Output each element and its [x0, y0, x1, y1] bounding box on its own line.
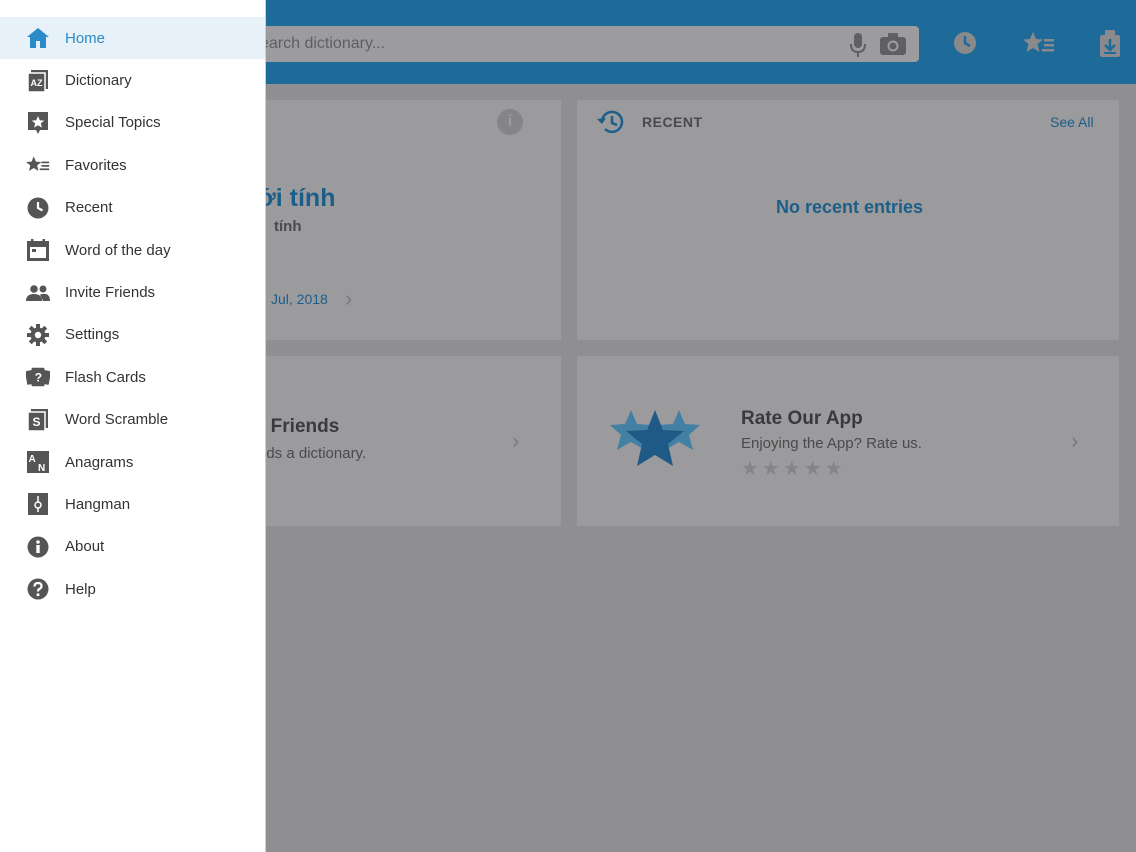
drawer-item-label: Word Scramble	[65, 411, 169, 429]
home-icon	[26, 26, 50, 50]
drawer-item-flash-cards[interactable]: ? Flash Cards	[0, 356, 265, 398]
recent-empty-message: No recent entries	[776, 197, 924, 217]
drawer-item-label: Recent	[65, 199, 113, 217]
drawer-item-label: Settings	[65, 326, 120, 344]
word-of-the-day-translation: tính	[274, 218, 302, 235]
drawer-item-special-topics[interactable]: Special Topics	[0, 102, 265, 144]
drawer-item-label: Favorites	[65, 156, 127, 174]
anagrams-icon: AN	[26, 450, 50, 474]
drawer-item-label: Special Topics	[65, 114, 161, 132]
camera-icon[interactable]	[880, 33, 906, 55]
drawer-item-word-of-the-day[interactable]: Word of the day	[0, 229, 265, 271]
info-icon	[26, 535, 50, 559]
drawer-item-label: Dictionary	[65, 72, 132, 90]
svg-text:A: A	[29, 454, 36, 465]
drawer-item-label: Help	[65, 580, 96, 598]
chevron-right-icon: ›	[1071, 428, 1079, 453]
microphone-icon[interactable]	[850, 33, 866, 57]
status-bar	[0, 0, 265, 17]
drawer-item-label: Anagrams	[65, 453, 134, 471]
svg-text:AZ: AZ	[31, 78, 43, 88]
hangman-icon	[26, 492, 50, 516]
recent-card	[577, 100, 1119, 340]
svg-text:S: S	[33, 415, 41, 429]
word-scramble-icon: S	[26, 408, 50, 432]
drawer-item-invite-friends[interactable]: Invite Friends	[0, 271, 265, 313]
navigation-drawer: Home AZ Dictionary Special Topics Favori…	[0, 0, 266, 852]
drawer-item-label: Flash Cards	[65, 368, 146, 386]
favorites-icon[interactable]	[1022, 31, 1054, 59]
downloads-icon[interactable]	[1099, 30, 1127, 58]
gear-icon	[26, 323, 50, 347]
drawer-item-settings[interactable]: Settings	[0, 314, 265, 356]
rate-title: Rate Our App	[741, 408, 863, 429]
invite-subtitle: eds a dictionary.	[258, 445, 367, 462]
word-of-the-day-date: Jul, 2018	[271, 291, 328, 307]
rating-stars[interactable]: ★★★★★	[741, 456, 846, 481]
drawer-item-recent[interactable]: Recent	[0, 187, 265, 229]
see-all-link[interactable]: See All	[1050, 114, 1094, 130]
word-of-the-day-word: ới tính	[258, 184, 336, 212]
invite-title: r Friends	[258, 416, 340, 437]
flash-cards-icon: ?	[26, 365, 50, 389]
drawer-menu: Home AZ Dictionary Special Topics Favori…	[0, 17, 265, 610]
chevron-right-icon: ›	[512, 428, 520, 453]
dictionary-icon: AZ	[26, 69, 50, 93]
drawer-item-help[interactable]: Help	[0, 568, 265, 610]
recent-title: RECENT	[642, 114, 703, 130]
search-placeholder: earch dictionary...	[260, 35, 386, 52]
info-icon[interactable]: i	[497, 109, 523, 135]
drawer-item-favorites[interactable]: Favorites	[0, 144, 265, 186]
drawer-item-label: Word of the day	[65, 241, 171, 259]
people-icon	[26, 281, 50, 305]
clock-icon	[26, 196, 50, 220]
drawer-item-label: Hangman	[65, 495, 131, 513]
rate-subtitle: Enjoying the App? Rate us.	[741, 435, 922, 452]
drawer-item-home[interactable]: Home	[0, 17, 265, 60]
help-icon	[26, 577, 50, 601]
drawer-item-dictionary[interactable]: AZ Dictionary	[0, 59, 265, 101]
svg-text:?: ?	[35, 371, 42, 385]
history-icon[interactable]	[953, 31, 981, 59]
drawer-item-anagrams[interactable]: AN Anagrams	[0, 441, 265, 483]
search-input[interactable]: earch dictionary...	[250, 26, 919, 62]
drawer-item-hangman[interactable]: Hangman	[0, 483, 265, 525]
drawer-item-about[interactable]: About	[0, 526, 265, 568]
stars-logo-icon	[609, 404, 701, 472]
drawer-item-word-scramble[interactable]: S Word Scramble	[0, 399, 265, 441]
history-icon	[596, 109, 624, 135]
drawer-item-label: About	[65, 538, 105, 556]
chevron-right-icon: ›	[345, 286, 353, 311]
drawer-item-label: Invite Friends	[65, 284, 156, 302]
drawer-item-label: Home	[65, 29, 106, 47]
svg-text:N: N	[38, 463, 45, 473]
favorites-icon	[26, 153, 50, 177]
special-topics-icon	[26, 111, 50, 135]
calendar-icon	[26, 238, 50, 262]
